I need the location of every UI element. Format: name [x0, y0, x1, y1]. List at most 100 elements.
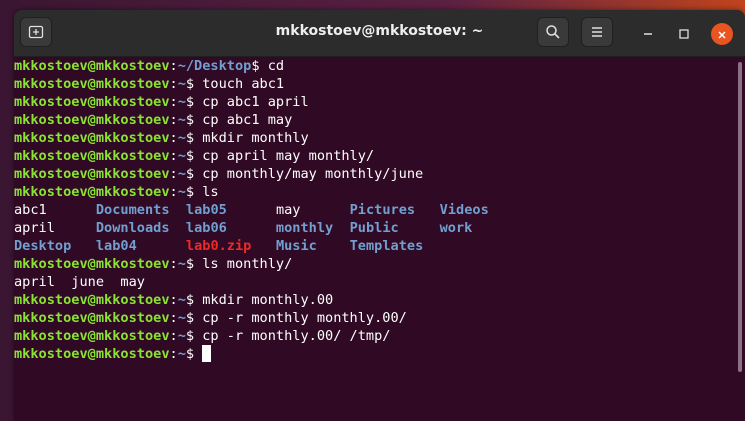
- terminal-window: mkkostoev@mkkostoev: ~ mkkostoev@mkkosto…: [14, 10, 745, 421]
- column-padding: [227, 220, 276, 236]
- prompt-separator: :: [169, 184, 178, 200]
- prompt-symbol: $: [185, 256, 195, 272]
- ls-entry-dir: Templates: [349, 238, 424, 254]
- terminal-line: mkkostoev@mkkostoev:~$ touch abc1: [14, 75, 731, 93]
- column-padding: [399, 220, 440, 236]
- prompt-separator: :: [169, 292, 178, 308]
- ls-entry-dir: Public: [349, 220, 399, 236]
- terminal-line: mkkostoev@mkkostoev:~$ cp monthly/may mo…: [14, 165, 731, 183]
- ls-entry-dir: monthly: [275, 220, 334, 236]
- prompt-user-host: mkkostoev@mkkostoev: [14, 184, 170, 200]
- prompt-separator: :: [169, 130, 178, 146]
- terminal-line: mkkostoev@mkkostoev:~$ ls monthly/: [14, 255, 731, 273]
- command-text: cp abc1 may: [194, 112, 293, 128]
- prompt-symbol: $: [185, 130, 195, 146]
- prompt-separator: :: [169, 310, 178, 326]
- scrollbar-thumb[interactable]: [738, 62, 742, 372]
- title-bar[interactable]: mkkostoev@mkkostoev: ~: [14, 10, 745, 57]
- prompt-separator: :: [169, 166, 178, 182]
- command-text: cp abc1 april: [194, 94, 309, 110]
- prompt-separator: :: [169, 148, 178, 164]
- command-text: mkdir monthly: [194, 130, 309, 146]
- prompt-separator: :: [169, 346, 178, 362]
- prompt-path: ~: [177, 256, 186, 272]
- command-text: mkdir monthly.00: [194, 292, 334, 308]
- ls-entry-dir: Documents: [95, 202, 170, 218]
- column-padding: [251, 238, 276, 254]
- minimize-button[interactable]: [637, 23, 659, 45]
- maximize-button[interactable]: [673, 23, 695, 45]
- prompt-symbol: $: [185, 166, 195, 182]
- prompt-separator: :: [169, 94, 178, 110]
- terminal-line: mkkostoev@mkkostoev:~$ cp april may mont…: [14, 147, 731, 165]
- prompt-separator: :: [169, 112, 178, 128]
- command-text: cp -r monthly.00/ /tmp/: [194, 328, 391, 344]
- command-text: ls: [194, 184, 219, 200]
- prompt-user-host: mkkostoev@mkkostoev: [14, 148, 170, 164]
- prompt-symbol: $: [185, 310, 195, 326]
- terminal-line: mkkostoev@mkkostoev:~/Desktop$ cd: [14, 57, 731, 75]
- command-text: cd: [259, 58, 285, 74]
- ls-entry-dir: work: [439, 220, 473, 236]
- close-button[interactable]: [711, 23, 733, 45]
- prompt-path: ~: [177, 184, 186, 200]
- column-padding: [333, 220, 349, 236]
- prompt-user-host: mkkostoev@mkkostoev: [14, 292, 170, 308]
- scrollbar[interactable]: [736, 62, 742, 420]
- ls-entry-dir: Music: [275, 238, 317, 254]
- column-padding: [317, 238, 350, 254]
- ls-entry-dir: Downloads: [95, 220, 170, 236]
- command-text: cp -r monthly monthly.00/: [194, 310, 407, 326]
- terminal-line: mkkostoev@mkkostoev:~$ cp abc1 april: [14, 93, 731, 111]
- terminal-output[interactable]: mkkostoev@mkkostoev:~/Desktop$ cd mkkosto…: [14, 57, 731, 421]
- ls-entry-dir: Videos: [439, 202, 489, 218]
- close-icon: [717, 25, 727, 44]
- prompt-path: ~: [177, 76, 186, 92]
- prompt-symbol: $: [185, 76, 195, 92]
- prompt-user-host: mkkostoev@mkkostoev: [14, 256, 170, 272]
- prompt-user-host: mkkostoev@mkkostoev: [14, 58, 170, 74]
- prompt-user-host: mkkostoev@mkkostoev: [14, 130, 170, 146]
- column-padding: [137, 238, 186, 254]
- search-icon: [545, 24, 561, 40]
- command-text: touch abc1: [194, 76, 285, 92]
- new-tab-button[interactable]: [20, 17, 52, 47]
- search-button[interactable]: [537, 17, 569, 47]
- ls-entry-file: may: [275, 202, 301, 218]
- column-padding: [170, 220, 186, 236]
- ls-entry-dir: Pictures: [349, 202, 416, 218]
- hamburger-menu-icon: [590, 25, 604, 39]
- prompt-user-host: mkkostoev@mkkostoev: [14, 346, 170, 362]
- menu-button[interactable]: [581, 17, 613, 47]
- prompt-symbol: $: [185, 184, 195, 200]
- terminal-line: mkkostoev@mkkostoev:~$ cp -r monthly mon…: [14, 309, 731, 327]
- text-cursor: [202, 345, 212, 362]
- prompt-path: ~: [177, 328, 186, 344]
- prompt-separator: :: [169, 58, 178, 74]
- window-title: mkkostoev@mkkostoev: ~: [275, 23, 484, 39]
- prompt-symbol: $: [185, 148, 195, 164]
- terminal-line: mkkostoev@mkkostoev:~$ cp abc1 may: [14, 111, 731, 129]
- column-padding: [71, 238, 96, 254]
- terminal-line: april Downloads lab06 monthly Public wor…: [14, 219, 731, 237]
- ls-entry-zip: lab0.zip: [185, 238, 252, 254]
- ls-entry-dir: lab05: [185, 202, 227, 218]
- terminal-line: mkkostoev@mkkostoev:~$ cp -r monthly.00/…: [14, 327, 731, 345]
- prompt-symbol: $: [251, 58, 260, 74]
- ls-entry-dir: lab06: [185, 220, 227, 236]
- column-padding: [301, 202, 350, 218]
- prompt-user-host: mkkostoev@mkkostoev: [14, 328, 170, 344]
- column-padding: [55, 220, 96, 236]
- prompt-user-host: mkkostoev@mkkostoev: [14, 112, 170, 128]
- prompt-path: ~/Desktop: [177, 58, 252, 74]
- column-padding: [227, 202, 276, 218]
- ls-entry-file: abc1: [14, 202, 47, 218]
- prompt-symbol: $: [185, 346, 195, 362]
- prompt-separator: :: [169, 328, 178, 344]
- prompt-separator: :: [169, 256, 178, 272]
- minimize-icon: [642, 25, 654, 44]
- column-padding: [170, 202, 186, 218]
- prompt-path: ~: [177, 292, 186, 308]
- terminal-line: mkkostoev@mkkostoev:~$ mkdir monthly.00: [14, 291, 731, 309]
- new-tab-icon: [28, 24, 44, 40]
